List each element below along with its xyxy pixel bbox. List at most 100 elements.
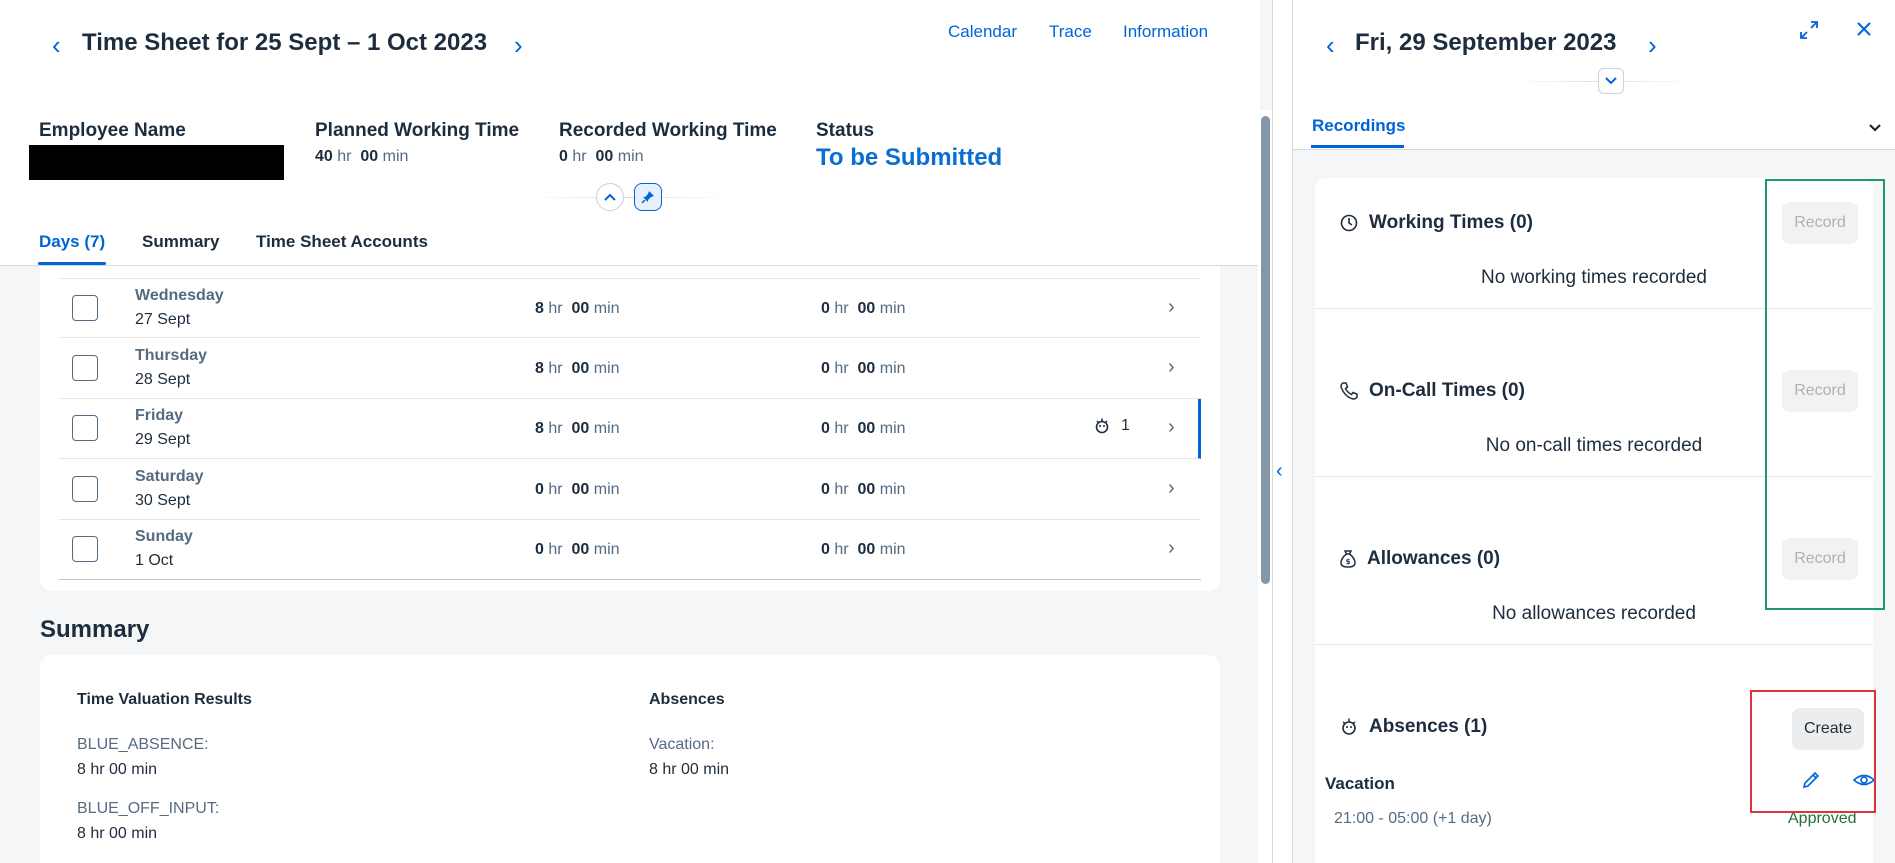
row-checkbox[interactable]	[72, 295, 98, 321]
absence-icon	[1342, 718, 1356, 735]
recorded-duration: 0 hr 00 min	[821, 300, 906, 317]
day-name: Friday	[135, 407, 184, 424]
section-divider	[1315, 644, 1873, 645]
previous-week-button[interactable]: ‹	[52, 32, 61, 58]
tab-summary[interactable]: Summary	[142, 232, 219, 252]
chevron-up-icon	[604, 193, 616, 201]
absence-icon	[1095, 418, 1109, 434]
absence-time-range: 21:00 - 05:00 (+1 day)	[1334, 810, 1492, 827]
table-row-selected[interactable]: Friday 29 Sept 8 hr 00 min 0 hr 00 min 1…	[59, 399, 1201, 459]
day-name: Thursday	[135, 347, 208, 364]
status-value: To be Submitted	[816, 144, 1003, 171]
valuation-value: 8 hr 00 min	[77, 761, 158, 778]
day-date: 27 Sept	[135, 311, 191, 328]
summary-heading: Summary	[40, 616, 150, 643]
working-times-title: Working Times (0)	[1339, 212, 1533, 234]
on-call-times-title: On-Call Times (0)	[1339, 380, 1525, 402]
next-week-button[interactable]: ›	[514, 32, 523, 58]
expand-header-button[interactable]	[1598, 68, 1624, 94]
chevron-right-icon[interactable]: ›	[1168, 296, 1175, 319]
recorded-working-time-label: Recorded Working Time	[559, 120, 777, 141]
planned-duration: 0 hr 00 min	[535, 541, 620, 558]
close-icon[interactable]	[1855, 20, 1873, 44]
day-name: Wednesday	[135, 287, 224, 304]
day-date: 29 Sept	[135, 431, 191, 448]
chevron-down-icon	[1869, 124, 1881, 132]
absence-value: 8 hr 00 min	[649, 761, 730, 778]
tab-time-sheet-accounts[interactable]: Time Sheet Accounts	[256, 232, 428, 252]
chevron-down-icon	[1605, 77, 1617, 85]
page-title: Time Sheet for 25 Sept – 1 Oct 2023	[82, 29, 488, 56]
day-date: 1 Oct	[135, 552, 174, 569]
panel-splitter[interactable]	[1272, 0, 1293, 863]
highlight-record-buttons	[1765, 179, 1885, 610]
collapse-header-button[interactable]	[596, 183, 624, 211]
phone-icon	[1340, 382, 1358, 400]
timesheet-panel: ‹ Time Sheet for 25 Sept – 1 Oct 2023 › …	[0, 0, 1272, 863]
recorded-duration: 0 hr 00 min	[821, 420, 906, 437]
table-row[interactable]: Wednesday 27 Sept 8 hr 00 min 0 hr 00 mi…	[59, 278, 1201, 338]
absence-type: Vacation	[1325, 774, 1395, 793]
highlight-absence-actions	[1750, 690, 1876, 813]
absence-count-badge: 1	[1093, 417, 1130, 435]
chevron-right-icon[interactable]: ›	[1168, 477, 1175, 500]
pin-icon	[641, 191, 654, 204]
active-tab-indicator	[1311, 145, 1404, 148]
table-row[interactable]: Sunday 1 Oct 0 hr 00 min 0 hr 00 min ›	[59, 520, 1201, 580]
summary-card: Time Valuation Results BLUE_ABSENCE: 8 h…	[40, 655, 1220, 863]
recorded-working-time-value: 0 hr 00 min	[559, 148, 644, 165]
valuation-label: BLUE_ABSENCE:	[77, 736, 209, 753]
svg-text:$: $	[1346, 558, 1351, 566]
day-name: Saturday	[135, 468, 204, 485]
day-name: Sunday	[135, 528, 193, 545]
allowances-title: $ Allowances (0)	[1339, 548, 1500, 570]
calendar-link[interactable]: Calendar	[948, 22, 1017, 42]
recorded-duration: 0 hr 00 min	[821, 481, 906, 498]
planned-duration: 8 hr 00 min	[535, 300, 620, 317]
table-row[interactable]: Thursday 28 Sept 8 hr 00 min 0 hr 00 min…	[59, 339, 1201, 399]
day-detail-header: ‹ Fri, 29 September 2023 › Recordings	[1293, 0, 1895, 150]
employee-name-redacted	[29, 145, 284, 180]
planned-duration: 0 hr 00 min	[535, 481, 620, 498]
row-checkbox[interactable]	[72, 355, 98, 381]
tab-days[interactable]: Days (7)	[39, 232, 105, 252]
recorded-duration: 0 hr 00 min	[821, 541, 906, 558]
time-valuation-heading: Time Valuation Results	[77, 691, 252, 708]
table-row[interactable]: Saturday 30 Sept 0 hr 00 min 0 hr 00 min…	[59, 460, 1201, 520]
absences-heading: Absences	[649, 691, 725, 708]
trace-link[interactable]: Trace	[1049, 22, 1092, 42]
header-divider	[530, 197, 730, 198]
tab-recordings[interactable]: Recordings	[1312, 116, 1406, 136]
absences-title: Absences (1)	[1339, 716, 1487, 738]
fullscreen-icon[interactable]	[1799, 20, 1819, 46]
day-date: 28 Sept	[135, 371, 191, 388]
collapse-panel-icon[interactable]: ‹	[1276, 460, 1283, 483]
status-label: Status	[816, 120, 875, 141]
planned-duration: 8 hr 00 min	[535, 420, 620, 437]
previous-day-button[interactable]: ‹	[1326, 32, 1335, 58]
days-table: Wednesday 27 Sept 8 hr 00 min 0 hr 00 mi…	[40, 266, 1220, 591]
day-date: 30 Sept	[135, 492, 191, 509]
planned-duration: 8 hr 00 min	[535, 360, 620, 377]
scrollbar-thumb[interactable]	[1261, 116, 1270, 584]
tab-overflow-button[interactable]	[1868, 116, 1882, 139]
active-tab-indicator	[38, 262, 106, 265]
employee-name-label: Employee Name	[39, 120, 186, 141]
information-link[interactable]: Information	[1123, 22, 1208, 42]
chevron-right-icon[interactable]: ›	[1168, 356, 1175, 379]
chevron-right-icon[interactable]: ›	[1168, 416, 1175, 439]
row-checkbox[interactable]	[72, 415, 98, 441]
valuation-label: BLUE_OFF_INPUT:	[77, 800, 220, 817]
absence-label: Vacation:	[649, 736, 715, 753]
recorded-duration: 0 hr 00 min	[821, 360, 906, 377]
timesheet-header: ‹ Time Sheet for 25 Sept – 1 Oct 2023 › …	[0, 0, 1260, 266]
clock-icon	[1340, 214, 1358, 232]
pin-header-button[interactable]	[634, 183, 662, 211]
planned-working-time-value: 40 hr 00 min	[315, 148, 409, 165]
row-checkbox[interactable]	[72, 476, 98, 502]
day-title: Fri, 29 September 2023	[1355, 29, 1617, 56]
chevron-right-icon[interactable]: ›	[1168, 537, 1175, 560]
next-day-button[interactable]: ›	[1648, 32, 1657, 58]
planned-working-time-label: Planned Working Time	[315, 120, 520, 141]
row-checkbox[interactable]	[72, 536, 98, 562]
